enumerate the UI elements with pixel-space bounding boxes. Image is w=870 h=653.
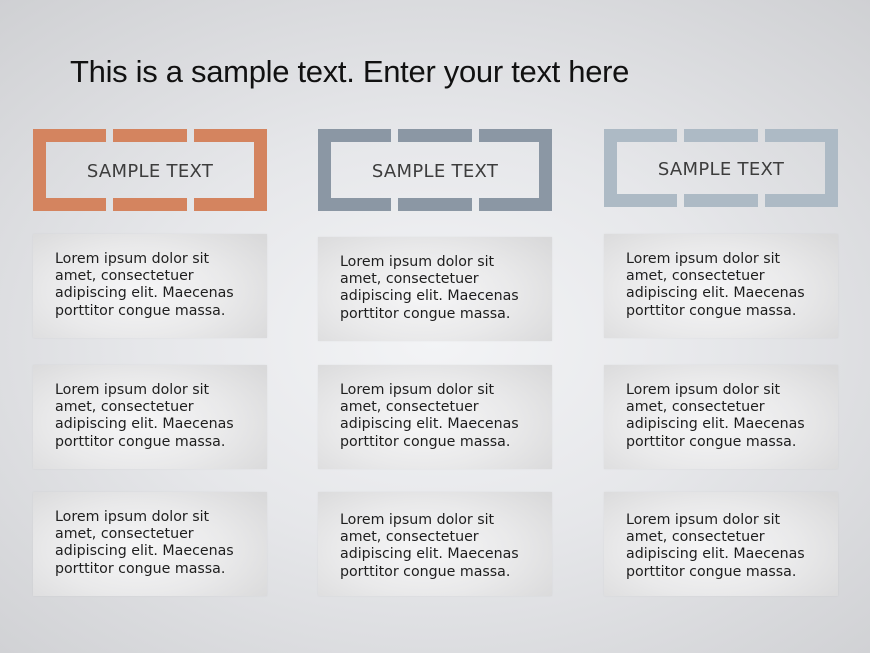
text-line: amet, consectetuer xyxy=(626,529,765,546)
text-line: porttitor congue massa. xyxy=(340,433,511,450)
text-line: porttitor congue massa. xyxy=(340,563,511,580)
text-line: porttitor congue massa. xyxy=(55,560,226,577)
text-line: amet, consectetuer xyxy=(55,399,194,416)
text-line: porttitor congue massa. xyxy=(55,433,226,450)
text-line: adipiscing elit. Maecenas xyxy=(340,288,519,305)
box-text: Lorem ipsum dolor sit amet, consectetuer… xyxy=(626,512,828,581)
box-text: Lorem ipsum dolor sit amet, consectetuer… xyxy=(626,251,828,320)
text-line: porttitor congue massa. xyxy=(626,563,797,580)
text-line: amet, consectetuer xyxy=(55,526,194,543)
frame-bottom-middle-segment xyxy=(113,198,187,211)
text-line: Lorem ipsum dolor sit xyxy=(626,382,781,398)
frame-top-middle-segment xyxy=(684,129,758,142)
text-line: adipiscing elit. Maecenas xyxy=(55,416,234,433)
text-box: Lorem ipsum dolor sit amet, consectetuer… xyxy=(318,365,552,469)
frame-top-middle-segment xyxy=(398,129,472,142)
frame-bottom-right-segment xyxy=(478,198,552,211)
header-frame-1: SAMPLE TEXT xyxy=(33,129,267,211)
slide-title: This is a sample text. Enter your text h… xyxy=(70,54,630,89)
text-line: porttitor congue massa. xyxy=(626,302,797,319)
text-box: Lorem ipsum dolor sit amet, consectetuer… xyxy=(33,492,267,596)
text-line: Lorem ipsum dolor sit xyxy=(626,512,781,528)
text-line: amet, consectetuer xyxy=(340,271,479,288)
box-text: Lorem ipsum dolor sit amet, consectetuer… xyxy=(55,382,257,451)
frame-top-right-segment xyxy=(764,129,838,142)
text-line: adipiscing elit. Maecenas xyxy=(626,546,805,563)
box-text: Lorem ipsum dolor sit amet, consectetuer… xyxy=(340,382,542,451)
frame-top-left-segment xyxy=(604,129,678,142)
text-line: Lorem ipsum dolor sit xyxy=(55,509,210,525)
text-line: adipiscing elit. Maecenas xyxy=(626,416,805,433)
text-line: porttitor congue massa. xyxy=(55,302,226,319)
header-frame-2: SAMPLE TEXT xyxy=(318,129,552,211)
text-line: Lorem ipsum dolor sit xyxy=(340,512,495,528)
text-line: adipiscing elit. Maecenas xyxy=(55,285,234,302)
box-text: Lorem ipsum dolor sit amet, consectetuer… xyxy=(340,512,542,581)
frame-bottom-left-segment xyxy=(604,194,678,207)
text-line: porttitor congue massa. xyxy=(626,433,797,450)
text-line: amet, consectetuer xyxy=(340,529,479,546)
text-line: Lorem ipsum dolor sit xyxy=(340,254,495,270)
text-line: Lorem ipsum dolor sit xyxy=(55,382,210,398)
frame-top-right-segment xyxy=(193,129,267,142)
text-line: Lorem ipsum dolor sit xyxy=(626,251,781,267)
text-line: amet, consectetuer xyxy=(626,399,765,416)
header-label: SAMPLE TEXT xyxy=(86,161,214,182)
text-line: Lorem ipsum dolor sit xyxy=(55,251,210,267)
frame-bottom-right-segment xyxy=(764,194,838,207)
text-line: amet, consectetuer xyxy=(340,399,479,416)
frame-bottom-right-segment xyxy=(193,198,267,211)
header-frame-3: SAMPLE TEXT xyxy=(604,129,838,207)
frame-bottom-middle-segment xyxy=(684,194,758,207)
text-box: Lorem ipsum dolor sit amet, consectetuer… xyxy=(33,365,267,469)
box-text: Lorem ipsum dolor sit amet, consectetuer… xyxy=(55,509,257,578)
text-line: adipiscing elit. Maecenas xyxy=(340,546,519,563)
text-line: amet, consectetuer xyxy=(626,268,765,285)
frame-top-left-segment xyxy=(33,129,107,142)
frame-bottom-middle-segment xyxy=(398,198,472,211)
text-box: Lorem ipsum dolor sit amet, consectetuer… xyxy=(604,492,838,596)
box-text: Lorem ipsum dolor sit amet, consectetuer… xyxy=(340,254,542,323)
frame-top-middle-segment xyxy=(113,129,187,142)
text-line: amet, consectetuer xyxy=(55,268,194,285)
frame-bottom-left-segment xyxy=(33,198,107,211)
text-line: porttitor congue massa. xyxy=(340,305,511,322)
text-box: Lorem ipsum dolor sit amet, consectetuer… xyxy=(318,492,552,596)
frame-bottom-left-segment xyxy=(318,198,392,211)
text-line: adipiscing elit. Maecenas xyxy=(340,416,519,433)
header-label: SAMPLE TEXT xyxy=(371,161,499,182)
text-line: adipiscing elit. Maecenas xyxy=(626,285,805,302)
frame-top-left-segment xyxy=(318,129,392,142)
text-line: adipiscing elit. Maecenas xyxy=(55,543,234,560)
box-text: Lorem ipsum dolor sit amet, consectetuer… xyxy=(55,251,257,320)
text-box: Lorem ipsum dolor sit amet, consectetuer… xyxy=(604,365,838,469)
header-label: SAMPLE TEXT xyxy=(657,159,785,180)
text-box: Lorem ipsum dolor sit amet, consectetuer… xyxy=(33,234,267,338)
box-text: Lorem ipsum dolor sit amet, consectetuer… xyxy=(626,382,828,451)
frame-top-right-segment xyxy=(478,129,552,142)
text-box: Lorem ipsum dolor sit amet, consectetuer… xyxy=(318,237,552,341)
text-box: Lorem ipsum dolor sit amet, consectetuer… xyxy=(604,234,838,338)
text-line: Lorem ipsum dolor sit xyxy=(340,382,495,398)
